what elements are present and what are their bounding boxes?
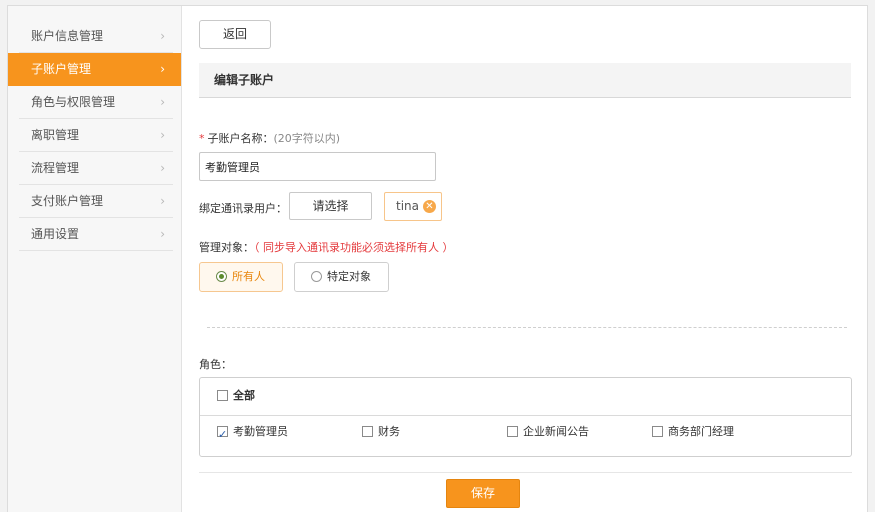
select-contact-button[interactable]: 请选择 — [289, 192, 372, 220]
radio-label: 所有人 — [232, 270, 265, 283]
main-content: 返回 编辑子账户 *子账户名称：(20字符以内) 绑定通讯录用户： 请选择 ti… — [182, 6, 867, 512]
sidebar-item-label: 子账户管理 — [31, 62, 92, 76]
sidebar-item-account-info[interactable]: 账户信息管理 › — [19, 20, 173, 53]
checkbox-unchecked-icon[interactable] — [652, 426, 663, 437]
role-select-all[interactable]: 全部 — [200, 378, 851, 416]
manage-warning-text: （ 同步导入通讯录功能必须选择所有人 ） — [254, 241, 454, 254]
radio-checked-icon — [216, 271, 227, 282]
role-all-label: 全部 — [233, 389, 255, 402]
sidebar-item-label: 流程管理 — [31, 161, 80, 175]
bound-user-name: tina — [396, 199, 419, 213]
role-option-attendance-admin[interactable]: 考勤管理员 — [217, 420, 288, 447]
sidebar-item-label: 账户信息管理 — [31, 29, 104, 43]
dashed-divider — [207, 327, 847, 328]
chevron-right-icon: › — [160, 62, 165, 76]
sidebar-item-resignation[interactable]: 离职管理 › — [19, 119, 173, 152]
manage-target-label: 管理对象：（ 同步导入通讯录功能必须选择所有人 ） — [199, 239, 454, 255]
name-length-hint: (20字符以内) — [273, 132, 341, 145]
role-option-company-news[interactable]: 企业新闻公告 — [507, 420, 589, 444]
checkbox-unchecked-icon[interactable] — [507, 426, 518, 437]
radio-specific-target[interactable]: 特定对象 — [294, 262, 389, 292]
sidebar-item-label: 离职管理 — [31, 128, 80, 142]
sidebar-item-roles-permissions[interactable]: 角色与权限管理 › — [19, 86, 173, 119]
role-selection-box: 全部 考勤管理员 财务 企业新闻公告 商务部门经理 — [199, 377, 852, 457]
sidebar-item-payment-account[interactable]: 支付账户管理 › — [19, 185, 173, 218]
page-frame: 账户信息管理 › 子账户管理 › 角色与权限管理 › 离职管理 › 流程管理 ›… — [7, 5, 868, 512]
sidebar-item-label: 角色与权限管理 — [31, 95, 116, 109]
required-mark: * — [199, 132, 205, 145]
manage-label-text: 管理对象： — [199, 241, 254, 254]
sidebar-item-workflow[interactable]: 流程管理 › — [19, 152, 173, 185]
sidebar-item-label: 支付账户管理 — [31, 194, 104, 208]
chevron-right-icon: › — [160, 194, 165, 208]
role-option-finance[interactable]: 财务 — [362, 420, 400, 444]
radio-unchecked-icon — [311, 271, 322, 282]
name-label-text: 子账户名称： — [207, 132, 274, 145]
role-option-business-manager[interactable]: 商务部门经理 — [652, 420, 734, 444]
sidebar: 账户信息管理 › 子账户管理 › 角色与权限管理 › 离职管理 › 流程管理 ›… — [8, 6, 182, 512]
checkbox-unchecked-icon[interactable] — [362, 426, 373, 437]
checkbox-unchecked-icon[interactable] — [217, 390, 228, 401]
sidebar-menu: 账户信息管理 › 子账户管理 › 角色与权限管理 › 离职管理 › 流程管理 ›… — [8, 20, 181, 251]
role-option-label: 商务部门经理 — [668, 425, 734, 438]
chevron-right-icon: › — [160, 161, 165, 175]
checkbox-checked-icon[interactable] — [217, 423, 228, 447]
chevron-right-icon: › — [160, 227, 165, 241]
chevron-right-icon: › — [160, 128, 165, 142]
role-option-label: 考勤管理员 — [233, 425, 288, 438]
chevron-right-icon: › — [160, 95, 165, 109]
radio-all-people[interactable]: 所有人 — [199, 262, 283, 292]
back-button[interactable]: 返回 — [199, 20, 271, 49]
sidebar-item-label: 通用设置 — [31, 227, 80, 241]
role-option-label: 企业新闻公告 — [523, 425, 589, 438]
bind-contact-label: 绑定通讯录用户： — [199, 202, 287, 215]
bound-user-tag: tina ✕ — [384, 192, 442, 221]
section-title: 编辑子账户 — [199, 63, 851, 98]
footer-divider — [199, 472, 852, 473]
radio-label: 特定对象 — [327, 270, 371, 283]
sub-account-name-label: * 子账户名称：(20字符以内) — [199, 130, 340, 146]
sidebar-item-general-settings[interactable]: 通用设置 › — [19, 218, 173, 251]
chevron-right-icon: › — [160, 29, 165, 43]
sidebar-item-sub-account[interactable]: 子账户管理 › — [8, 53, 181, 86]
save-button[interactable]: 保存 — [446, 479, 520, 508]
role-option-label: 财务 — [378, 425, 400, 438]
remove-icon[interactable]: ✕ — [423, 200, 436, 213]
sub-account-name-input[interactable] — [199, 152, 436, 181]
role-label: 角色： — [199, 358, 232, 371]
